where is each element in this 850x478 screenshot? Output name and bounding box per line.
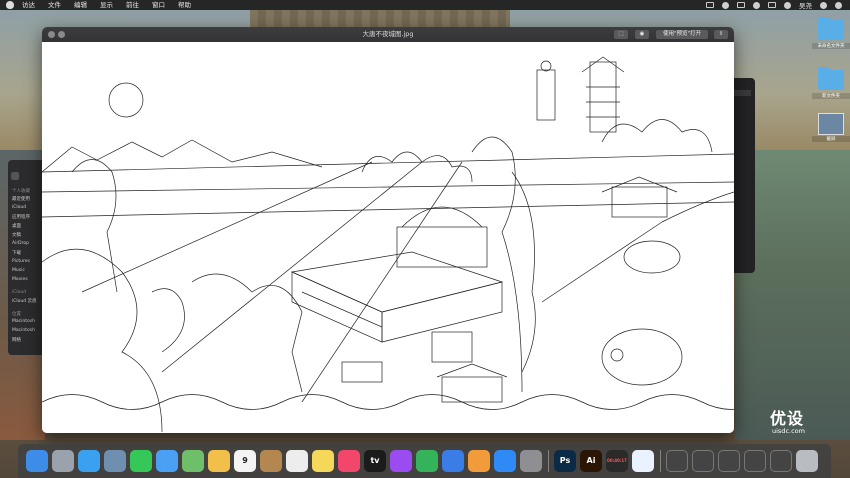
siri-icon[interactable] [820,1,827,9]
sidebar-item[interactable]: 网络 [12,337,21,343]
screenshot-thumbnail-icon [818,113,844,135]
sidebar-item[interactable]: iCloud 云盘 [12,298,37,304]
spotlight-icon[interactable] [784,1,791,9]
battery-icon[interactable] [768,2,776,8]
photoshop-icon-label: Ps [559,456,571,465]
sidebar-item[interactable]: iCloud [12,205,26,210]
messages-icon[interactable] [130,450,152,472]
launchpad-icon[interactable] [52,450,74,472]
wifi-icon[interactable] [753,1,760,9]
dock: 9 tv Ps Ai 00:40:17 [18,444,831,478]
folder-icon [818,67,844,90]
dock-separator [548,450,549,472]
share-icon[interactable]: ⇧ [714,30,728,39]
finder-window: 个人收藏 最近使用 iCloud 应用程序 桌面 文稿 AirDrop 下载 P… [8,160,46,355]
markup-icon[interactable]: ◉ [635,30,649,39]
menu-go[interactable]: 前往 [126,0,139,10]
sidebar-item[interactable]: 文稿 [12,232,21,238]
desktop-icon-label: 未命名文件夹 [812,43,850,49]
sidebar-item[interactable]: Macintosh [12,319,35,324]
dock-separator [660,450,661,472]
keynote-icon[interactable] [442,450,464,472]
apple-icon[interactable] [6,1,14,9]
background-window-bar [733,90,751,96]
preview-icon[interactable] [104,450,126,472]
photos-icon[interactable] [208,450,230,472]
share-button[interactable]: ⬚ [614,30,628,39]
pages-icon[interactable] [468,450,490,472]
baidu-netdisk-icon[interactable] [632,450,654,472]
input-icon[interactable] [737,2,745,8]
tv-icon-label: tv [370,456,380,465]
recorder-icon-label: 00:40:17 [607,458,627,463]
line-art-image [42,42,734,433]
sidebar-item[interactable]: Macintosh [12,328,35,333]
reminders-icon[interactable] [286,450,308,472]
minimized-window-icon[interactable] [666,450,688,472]
photoshop-icon[interactable]: Ps [554,450,576,472]
trash-icon[interactable] [796,450,818,472]
background-window [733,78,755,273]
watermark-brand: 优设 [770,409,805,428]
music-icon[interactable] [338,450,360,472]
menu-window[interactable]: 窗口 [152,0,165,10]
notes-icon[interactable] [312,450,334,472]
finder-icon[interactable] [26,450,48,472]
desktop-screenshot[interactable]: 截屏 [812,113,850,142]
menu-help[interactable]: 帮助 [178,0,191,10]
controlcenter-icon[interactable] [722,1,729,9]
desktop-icon-label: 截屏 [812,136,850,142]
menu-file[interactable]: 文件 [48,0,61,10]
sidebar-item[interactable]: 下载 [12,250,21,256]
sidebar-item[interactable]: Music [12,268,25,273]
desktop-folder[interactable]: 未命名文件夹 [812,17,850,49]
menubar-status: 吴尧 [706,0,842,10]
minimized-window-icon[interactable] [718,450,740,472]
watermark: 优设 uisdc.com [770,405,805,435]
app-store-icon[interactable] [494,450,516,472]
menubar: 访达 文件 编辑 显示 前往 窗口 帮助 吴尧 [0,0,850,10]
illustrator-icon-label: Ai [586,456,596,465]
sidebar-item[interactable]: Pictures [12,259,30,264]
watermark-domain: uisdc.com [772,427,805,435]
recorder-icon[interactable]: 00:40:17 [606,450,628,472]
notes-brown-icon[interactable] [260,450,282,472]
open-with-preview-button[interactable]: 使用"预览"打开 [656,30,708,39]
system-preferences-icon[interactable] [520,450,542,472]
folder-icon [818,17,844,40]
tv-icon[interactable]: tv [364,450,386,472]
menu-finder[interactable]: 访达 [22,0,35,10]
sidebar-item[interactable]: 桌面 [12,223,21,229]
numbers-icon[interactable] [416,450,438,472]
safari-icon[interactable] [78,450,100,472]
sidebar-section-icloud: iCloud [12,290,27,295]
sidebar-item[interactable]: AirDrop [12,241,29,246]
podcasts-icon[interactable] [390,450,412,472]
back-button[interactable] [11,172,19,180]
minimized-window-icon[interactable] [692,450,714,472]
mail-icon[interactable] [156,450,178,472]
sidebar-item[interactable]: 最近使用 [12,196,30,202]
desktop-folder[interactable]: 新文件夹 [812,67,850,99]
sidebar-item[interactable]: Movies [12,277,28,282]
user-name[interactable]: 吴尧 [799,0,812,10]
preview-window: 大唐不夜城图.jpg ⬚ ◉ 使用"预览"打开 ⇧ [42,27,734,433]
minimized-window-icon[interactable] [744,450,766,472]
sidebar-section-favorites: 个人收藏 [12,189,30,194]
notification-icon[interactable] [835,1,842,9]
window-titlebar[interactable]: 大唐不夜城图.jpg ⬚ ◉ 使用"预览"打开 ⇧ [42,27,734,42]
maps-icon[interactable] [182,450,204,472]
minimized-window-icon[interactable] [770,450,792,472]
calendar-icon[interactable]: 9 [234,450,256,472]
menu-view[interactable]: 显示 [100,0,113,10]
menu-edit[interactable]: 编辑 [74,0,87,10]
illustrator-icon[interactable]: Ai [580,450,602,472]
display-icon[interactable] [706,2,714,8]
calendar-icon-label: 9 [242,456,248,465]
desktop-icon-label: 新文件夹 [812,93,850,99]
sidebar-section-locations: 位置 [12,312,21,317]
sidebar-item[interactable]: 应用程序 [12,214,30,220]
window-title: 大唐不夜城图.jpg [362,30,414,38]
